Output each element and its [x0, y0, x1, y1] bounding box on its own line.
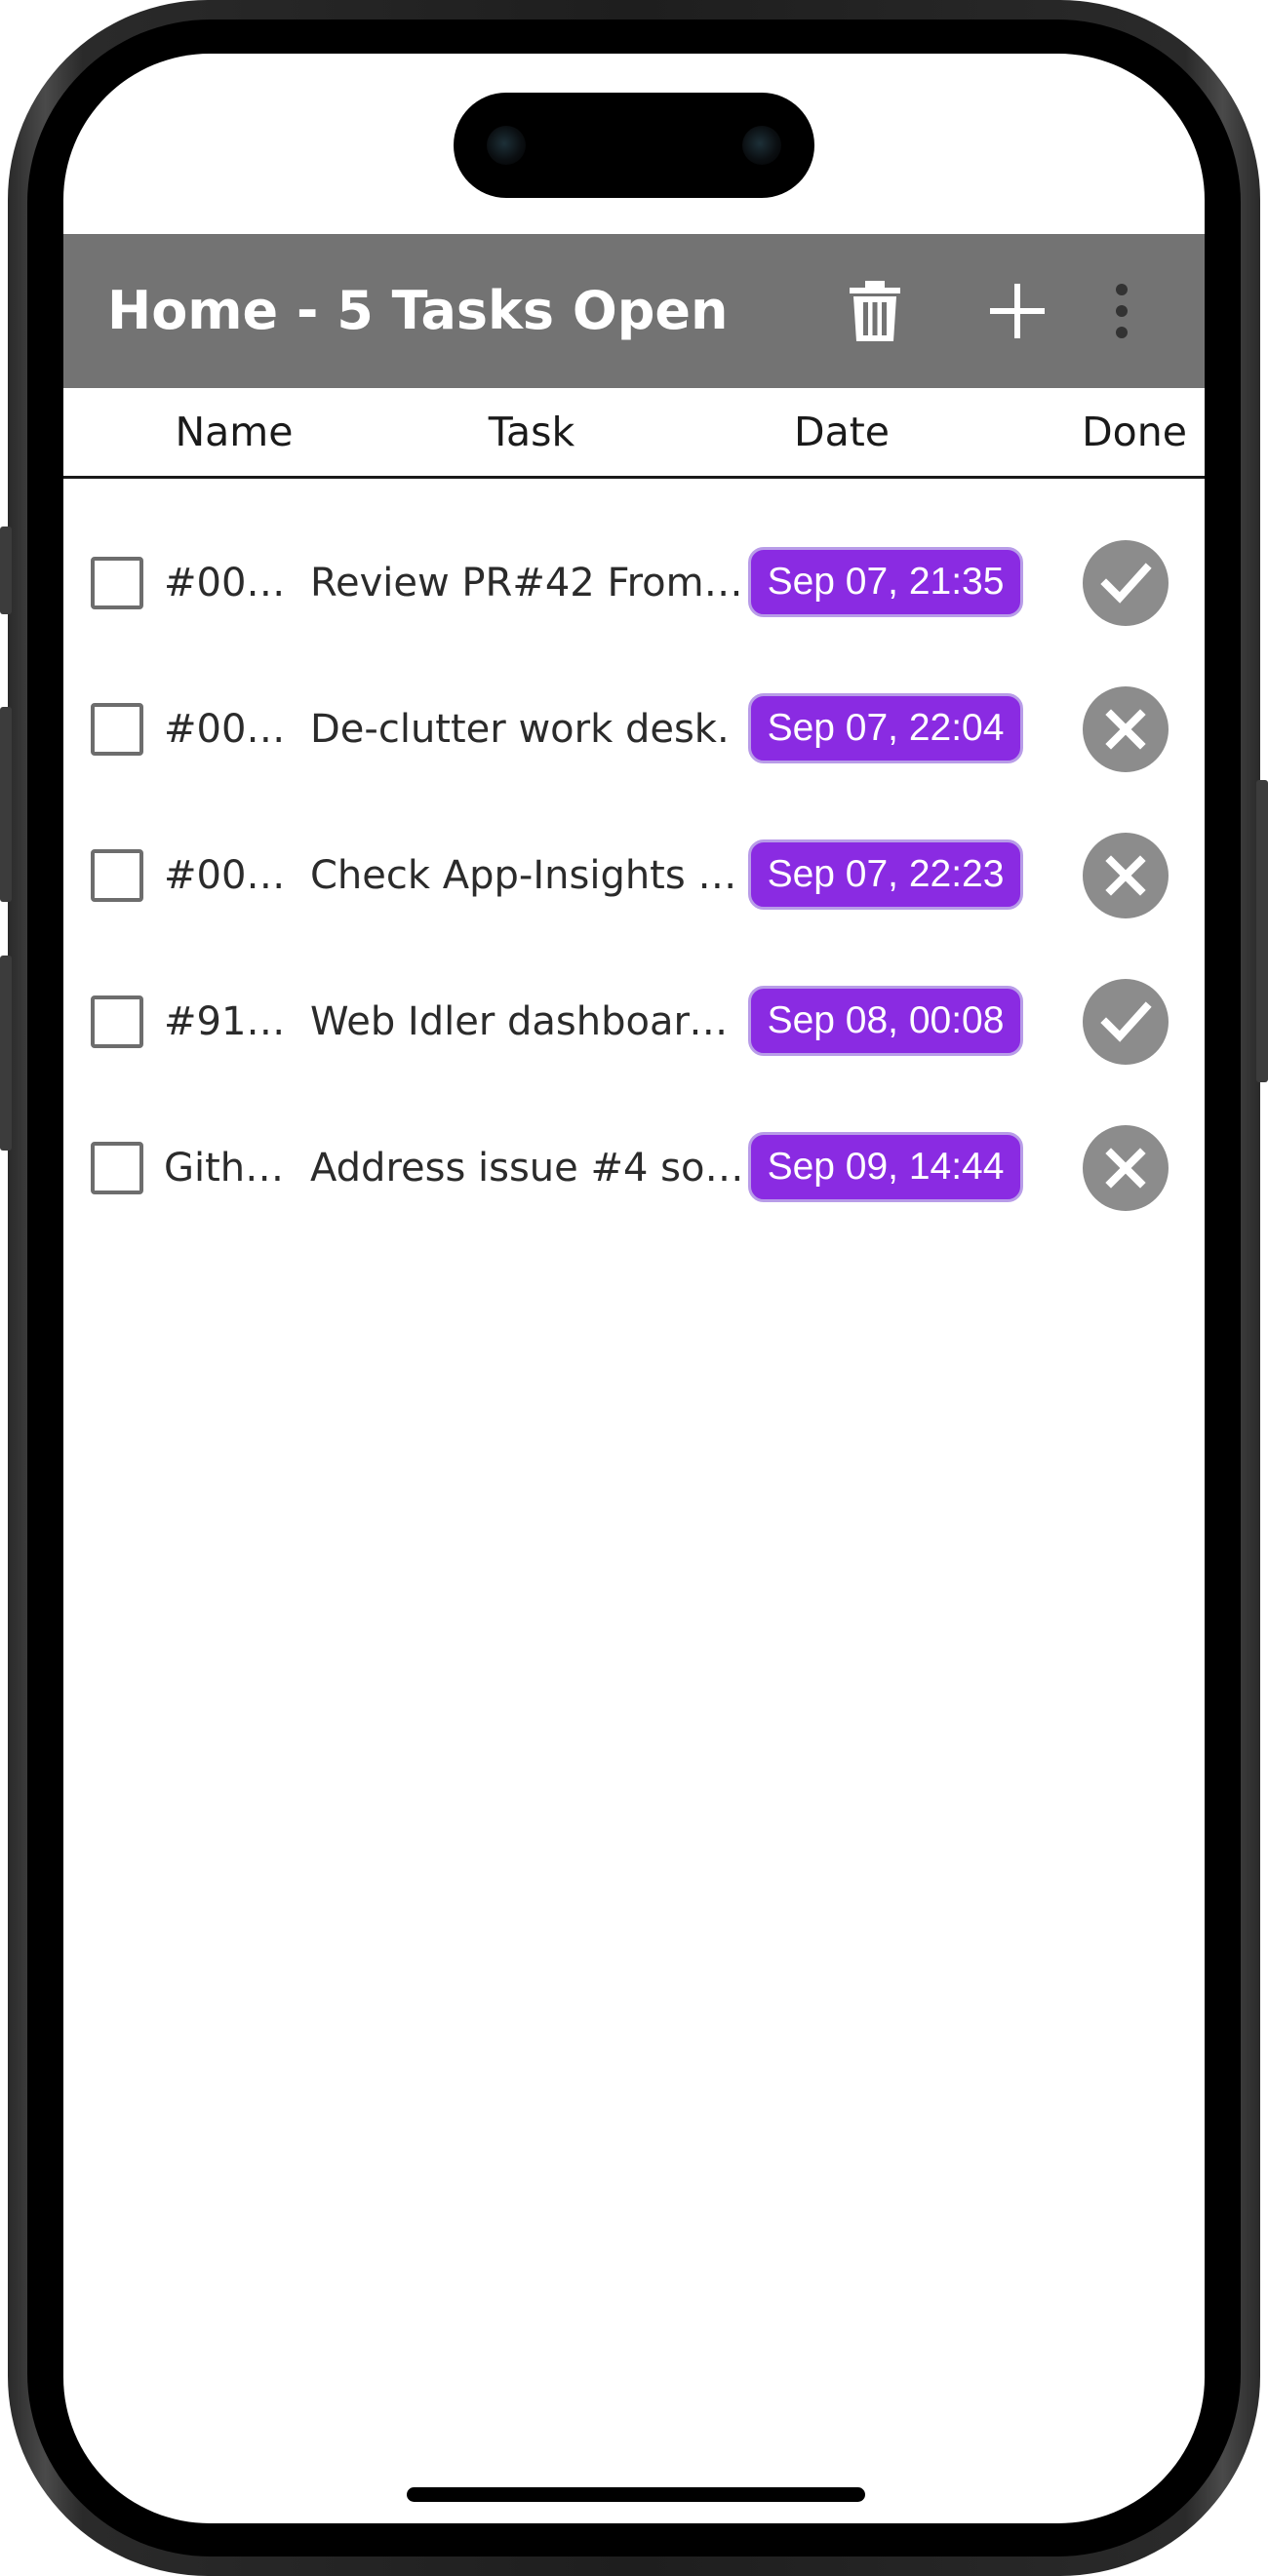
page-title: Home - 5 Tasks Open [107, 280, 729, 341]
table-header: Name Task Date Done [63, 388, 1205, 479]
row-select-checkbox[interactable] [91, 1142, 143, 1194]
column-header-task[interactable]: Task [410, 388, 654, 476]
more-vert-icon [1116, 284, 1128, 338]
home-indicator[interactable] [407, 2487, 865, 2502]
task-name: Github ... [164, 1146, 296, 1190]
more-options-button[interactable] [1078, 267, 1166, 355]
row-select-checkbox[interactable] [91, 703, 143, 756]
date-badge[interactable]: Sep 08, 00:08 [748, 986, 1023, 1056]
app-bar: Home - 5 Tasks Open [63, 234, 1205, 388]
task-name: #0001 [164, 561, 296, 605]
close-icon [1105, 855, 1146, 896]
camera-lens-icon [487, 126, 526, 165]
column-header-done[interactable]: Done [1012, 388, 1205, 476]
volume-up-button [0, 707, 12, 902]
done-toggle[interactable] [1083, 833, 1169, 918]
done-toggle[interactable] [1083, 540, 1169, 626]
task-description: Address issue #4 sort... [310, 1146, 749, 1190]
column-header-name[interactable]: Name [112, 388, 356, 476]
task-description: Review PR#42 From ... [310, 561, 749, 605]
done-toggle[interactable] [1083, 686, 1169, 772]
column-header-date[interactable]: Date [720, 388, 964, 476]
close-icon [1105, 1148, 1146, 1189]
date-badge[interactable]: Sep 07, 22:23 [748, 839, 1023, 910]
task-description: Web Idler dashboard ... [310, 999, 749, 1044]
delete-button[interactable] [831, 267, 919, 355]
sensor-icon [742, 126, 781, 165]
row-select-checkbox[interactable] [91, 995, 143, 1048]
silent-switch [0, 527, 12, 614]
task-description: Check App-Insights P... [310, 853, 749, 898]
task-description: De-clutter work desk. [310, 707, 730, 752]
date-badge[interactable]: Sep 09, 14:44 [748, 1132, 1023, 1202]
phone-screen: Home - 5 Tasks Open Name Task Date Done … [63, 54, 1205, 2523]
volume-down-button [0, 956, 12, 1151]
table-row[interactable]: #9191 Web Idler dashboard ... Sep 08, 00… [63, 949, 1205, 1095]
task-name: #0002 [164, 707, 296, 752]
dynamic-island [454, 93, 814, 198]
task-name: #9191 [164, 999, 296, 1044]
table-row[interactable]: #0003 Check App-Insights P... Sep 07, 22… [63, 802, 1205, 949]
check-icon [1100, 563, 1152, 604]
done-toggle[interactable] [1083, 979, 1169, 1065]
date-badge[interactable]: Sep 07, 22:04 [748, 693, 1023, 763]
close-icon [1105, 709, 1146, 750]
date-badge[interactable]: Sep 07, 21:35 [748, 547, 1023, 617]
power-button [1256, 780, 1268, 1082]
table-row[interactable]: #0002 De-clutter work desk. Sep 07, 22:0… [63, 656, 1205, 802]
table-row[interactable]: Github ... Address issue #4 sort... Sep … [63, 1095, 1205, 1241]
row-select-checkbox[interactable] [91, 849, 143, 902]
check-icon [1100, 1001, 1152, 1042]
plus-icon [990, 284, 1045, 338]
done-toggle[interactable] [1083, 1125, 1169, 1211]
add-task-button[interactable] [973, 267, 1061, 355]
row-select-checkbox[interactable] [91, 557, 143, 609]
table-row[interactable]: #0001 Review PR#42 From ... Sep 07, 21:3… [63, 510, 1205, 656]
task-name: #0003 [164, 853, 296, 898]
trash-icon [850, 281, 900, 341]
